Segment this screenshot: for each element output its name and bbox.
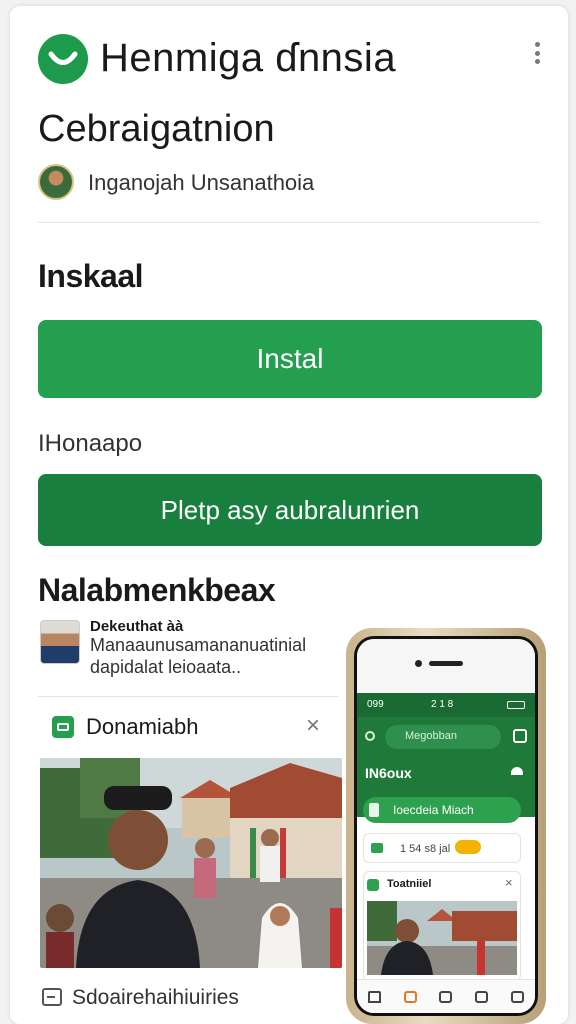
wifi-icon [511,767,523,775]
home-icon[interactable] [368,990,382,1003]
phone-pill-icon [369,803,379,817]
phone-mockup: 099 2 1 8 Megobban IN6oux Ioecdeia Miach… [346,628,546,1024]
phone-card-photo [367,901,517,975]
app-store-card: Henmiga ɗnnsia Cebraigatnion Inganojah U… [10,6,568,1024]
edit-icon[interactable] [513,729,527,743]
phone-status-bar: 099 2 1 8 [357,693,535,717]
phone-pill-button[interactable]: Ioecdeia Miach [363,797,521,823]
camera-dot [415,660,422,667]
close-icon[interactable]: × [505,875,513,890]
divider [38,222,540,223]
reviews-title: Nalabmenkbeax [38,572,276,608]
play-button[interactable]: Pletp asy aubralunrien [38,474,542,546]
developer-name[interactable]: Inganojah Unsanathoia [88,170,314,196]
search-icon [365,731,375,741]
phone-row[interactable]: 1 54 s8 jal [363,833,521,863]
install-button[interactable]: Instal [38,320,542,398]
battery-icon [507,701,525,709]
reviewer-name: Dekeuthat àà [90,618,184,635]
nav-square-icon[interactable] [475,990,489,1003]
app-title: Henmiga ɗnnsia [100,36,397,80]
nav-list-icon[interactable] [510,990,524,1003]
phone-heading: IN6oux [365,765,412,781]
nav-active-icon[interactable] [403,990,417,1003]
close-icon[interactable]: × [306,712,320,740]
phone-card-icon [367,879,379,891]
phone-search-field[interactable]: Megobban [385,725,501,749]
phone-row-icon [371,843,383,853]
reviewer-avatar [40,620,80,664]
phone-card-title: Toatniiel [387,878,432,890]
phone-screen: 099 2 1 8 Megobban IN6oux Ioecdeia Miach… [357,639,535,1013]
review-text: Manaaunusamananuatinial dapidalat leioaa… [90,635,307,677]
ad-icon [52,716,74,738]
speaker-grille [429,661,463,666]
footer-icon [42,988,62,1006]
status-time: 099 [367,699,384,710]
divider [38,696,338,697]
footer-text[interactable]: Sdoairehaihiuiries [72,986,239,1010]
app-logo-icon [38,34,88,84]
ad-title: Donamiabh [86,714,199,739]
more-vert-icon[interactable] [530,38,544,68]
app-subtitle: Cebraigatnion [38,108,275,150]
nav-heart-icon[interactable] [439,990,453,1003]
secondary-label: IHonaapo [38,430,143,457]
status-time-2: 2 1 8 [431,699,454,710]
install-section-title: Inskaal [38,258,144,294]
ad-photo[interactable] [40,758,342,968]
developer-avatar [38,164,74,200]
phone-bottom-nav [357,979,535,1013]
phone-badge [455,840,481,854]
